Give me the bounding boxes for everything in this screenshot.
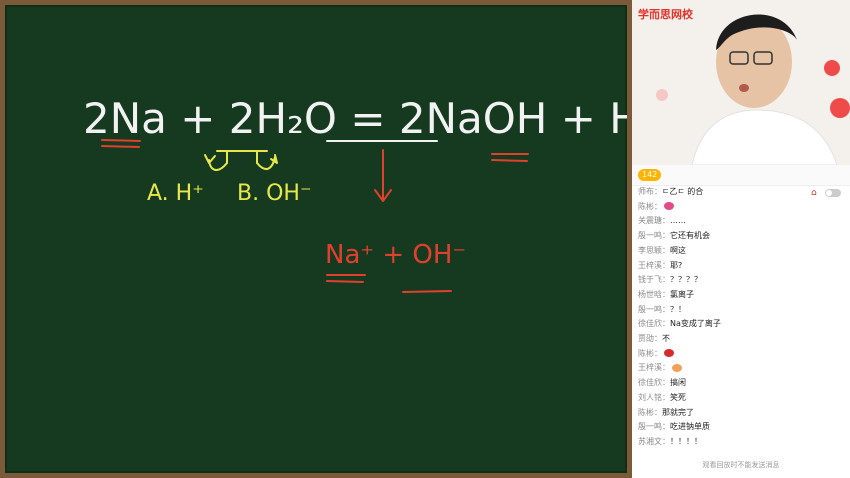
chat-sender-name: 杨世晗： (638, 289, 670, 299)
lips-icon (664, 349, 674, 358)
chat-sender-name: 陈彬： (638, 407, 662, 417)
chat-message: 陈彬：那就完了 (638, 407, 694, 419)
chat-message: 关震瑭：…… (638, 215, 686, 227)
chat-message: 殷一鸣：吃进钠单质 (638, 421, 710, 433)
chat-message-text: …… (670, 216, 686, 226)
live-count-badge: 142 (638, 169, 662, 181)
chat-message: 钱于飞：？？？？ (638, 274, 702, 286)
chat-message-text: ？！ (670, 304, 686, 314)
chat-message: 王梓溪：耶? (638, 260, 682, 272)
rocket-icon (664, 202, 674, 211)
chat-message: 陈彬： (638, 201, 674, 213)
chat-sender-name: 关震瑭： (638, 216, 670, 226)
chat-message-text: Na变成了离子 (670, 319, 721, 329)
chat-sender-name: 陈彬： (638, 348, 662, 358)
face-icon (672, 363, 682, 372)
equation-text: 2Na + 2H₂O = 2NaOH + H₂↑ (83, 94, 627, 143)
teacher-video: 学而思网校 (632, 0, 850, 165)
chat-message: 苏湘文：！！！！ (638, 436, 702, 448)
chat-message-text: ！！！！ (670, 436, 702, 446)
chat-toggle[interactable] (825, 189, 841, 197)
brand-logo: 学而思网校 (638, 8, 693, 21)
chat-message-text: 不 (662, 334, 670, 343)
chat-message-text: 那就完了 (662, 407, 694, 417)
chat-sender-name: 贾劭： (638, 334, 662, 343)
chat-sender-name: 师布： (638, 187, 662, 196)
chat-message-text: 它还有机会 (670, 231, 710, 241)
chat-header: 142 (632, 165, 850, 186)
chat-sender-name: 王梓溪： (638, 363, 670, 373)
chat-message: 刘人铭：笑死 (638, 392, 686, 404)
side-panel: 学而思网校 142 师布：ㄷ乙ㄷ 的合 陈彬： 关震瑭：…… 殷一鸣：它还有机会 李思颖… (632, 0, 850, 478)
blackboard-frame: 2Na + 2H₂O = 2NaOH + H₂↑ A. H⁺ B. OH⁻ Na (0, 0, 632, 478)
chat-message-text: 耶? (670, 260, 683, 270)
chat-message-text: ㄷ乙ㄷ 的合 (662, 187, 704, 196)
blackboard: 2Na + 2H₂O = 2NaOH + H₂↑ A. H⁺ B. OH⁻ Na (5, 5, 627, 473)
chat-footer-notice: 观看回放时不能发送消息 (702, 461, 780, 469)
chat-sender-name: 殷一鸣： (638, 231, 670, 241)
chat-message: 陈彬： (638, 348, 674, 360)
chat-message-text: 吃进钠单质 (670, 422, 710, 432)
chat-message: 徐佳欣：Na变成了离子 (638, 318, 721, 330)
chat-message: 贾劭：不 (638, 333, 670, 345)
chat-sender-name: 李思颖： (638, 245, 670, 255)
ions-text: Na⁺ + OH⁻ (325, 240, 466, 270)
option-b-text: B. OH⁻ (237, 181, 312, 206)
chat-message-text: 搞闲 (670, 378, 686, 388)
chat-sender-name: 苏湘文： (638, 436, 670, 446)
chat-message: 王梓溪： (638, 362, 682, 374)
chat-sender-name: 徐佳欣： (638, 319, 670, 329)
chat-sender-name: 陈彬： (638, 201, 662, 211)
option-a-text: A. H⁺ (147, 181, 204, 206)
chat-message-text: ？？？？ (670, 275, 702, 285)
chat-message: 徐佳欣：搞闲 (638, 377, 686, 389)
home-icon[interactable]: ⌂ (811, 188, 817, 198)
chat-sender-name: 殷一鸣： (638, 422, 670, 432)
chat-message: 殷一鸣：？！ (638, 304, 686, 316)
teacher-video-frame (632, 0, 850, 165)
chat-message: 李思颖：啊这 (638, 245, 686, 257)
chat-list[interactable]: 师布：ㄷ乙ㄷ 的合 陈彬： 关震瑭：…… 殷一鸣：它还有机会 李思颖：啊这 王梓溪：耶? 钱… (632, 186, 850, 456)
chat-sender-name: 徐佳欣： (638, 378, 670, 388)
teacher-message: 师布：ㄷ乙ㄷ 的合 (638, 186, 703, 198)
chat-sender-name: 王梓溪： (638, 260, 670, 270)
chat-sender-name: 刘人铭： (638, 392, 670, 402)
chalk-writing: 2Na + 2H₂O = 2NaOH + H₂↑ A. H⁺ B. OH⁻ Na (83, 94, 627, 293)
chat-message-text: 氯离子 (670, 289, 694, 299)
chat-message-text: 笑死 (670, 392, 686, 402)
chat-message: 殷一鸣：它还有机会 (638, 230, 710, 242)
chat-message: 杨世晗：氯离子 (638, 289, 694, 301)
chat-sender-name: 钱于飞： (638, 275, 670, 285)
chat-message-text: 啊这 (670, 245, 686, 255)
chat-sender-name: 殷一鸣： (638, 304, 670, 314)
